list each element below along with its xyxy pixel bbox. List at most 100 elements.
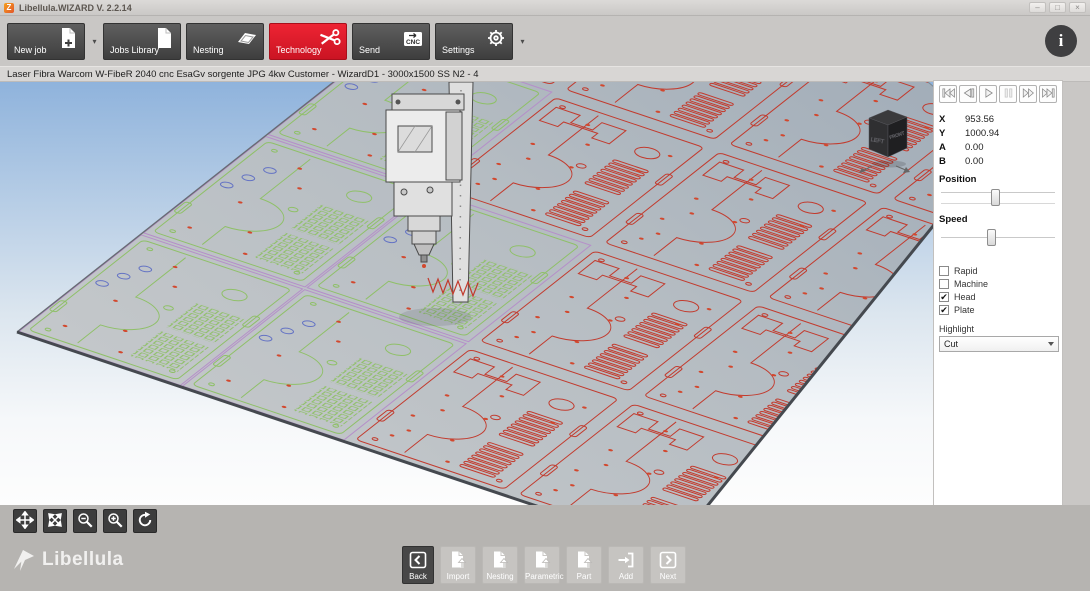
fit-view-button[interactable] — [43, 509, 67, 533]
axis-value: 953.56 — [965, 114, 994, 125]
doc-import-icon — [490, 550, 510, 570]
option-plate[interactable]: ✔ Plate — [939, 303, 1057, 316]
axis-label: Y — [939, 128, 965, 139]
new-job-dropdown-arrow[interactable]: ▾ — [90, 23, 99, 60]
coordinate-readout: X953.56Y1000.94A0.00B0.00 — [939, 112, 1057, 168]
svg-text:CNC: CNC — [406, 39, 420, 46]
close-button[interactable]: × — [1069, 2, 1086, 13]
option-label: Head — [954, 292, 976, 302]
skip-end-button[interactable] — [1039, 85, 1057, 103]
pause-button[interactable] — [999, 85, 1017, 103]
minimize-button[interactable]: – — [1029, 2, 1046, 13]
wizard-navigation: Back Import Nesting Parametric Part Add Next — [402, 546, 686, 584]
window-title: Libellula.WIZARD V. 2.2.14 — [19, 3, 132, 13]
info-button[interactable]: i — [1045, 25, 1077, 57]
back-button[interactable]: Back — [402, 546, 434, 584]
nav-button-label: Import — [441, 572, 475, 581]
slider-track[interactable] — [941, 237, 1055, 238]
send-button[interactable]: CNC Send — [352, 23, 430, 60]
nav-button-label: Back — [403, 572, 433, 581]
doc-import-icon — [448, 550, 468, 570]
display-options: RapidMachine ✔ Head ✔ Plate — [939, 264, 1057, 316]
pan-icon — [16, 511, 34, 532]
send-label: Send — [359, 45, 380, 55]
coordinate-row-a: A0.00 — [939, 140, 1057, 154]
nav-button-label: Parametric — [525, 572, 559, 581]
highlight-dropdown[interactable]: Cut — [939, 336, 1059, 352]
fit-view-icon — [46, 511, 64, 532]
option-rapid[interactable]: Rapid — [939, 264, 1057, 277]
bottom-bar: Libellula Back Import Nesting Parametric Par… — [0, 505, 1090, 591]
position-slider-thumb[interactable] — [991, 189, 1000, 206]
highlight-value: Cut — [944, 339, 958, 349]
technology-label: Technology — [276, 45, 322, 55]
axis-value: 0.00 — [965, 142, 984, 153]
cnc-icon: CNC — [402, 27, 424, 49]
option-label: Plate — [954, 305, 975, 315]
new-job-button[interactable]: New job — [7, 23, 85, 60]
import-button[interactable]: Import — [440, 546, 476, 584]
libellula-logo: Libellula — [12, 547, 124, 573]
part-button[interactable]: Part — [566, 546, 602, 584]
fast-forward-button[interactable] — [1019, 85, 1037, 103]
fast-forward-icon — [1021, 87, 1036, 102]
parametric-button[interactable]: Parametric — [524, 546, 560, 584]
pan-button[interactable] — [13, 509, 37, 533]
technology-button[interactable]: Technology — [269, 23, 347, 60]
nav-button-label: Add — [609, 572, 643, 581]
maximize-button[interactable]: □ — [1049, 2, 1066, 13]
checkbox-checked[interactable]: ✔ — [939, 305, 949, 315]
step-back-button[interactable] — [959, 85, 977, 103]
3d-viewport[interactable]: LEFT FRONT — [0, 82, 1090, 505]
chevron-left-box-icon — [408, 550, 428, 570]
nesting-button[interactable]: Nesting — [482, 546, 518, 584]
option-machine[interactable]: Machine — [939, 277, 1057, 290]
new-job-label: New job — [14, 45, 47, 55]
axis-value: 1000.94 — [965, 128, 999, 139]
chevron-right-box-icon — [658, 550, 678, 570]
scissors-icon — [319, 27, 341, 49]
skip-end-icon — [1041, 87, 1056, 102]
zoom-out-button[interactable] — [73, 509, 97, 533]
coordinate-row-b: B0.00 — [939, 154, 1057, 168]
step-back-icon — [961, 87, 976, 102]
playback-controls — [939, 85, 1057, 103]
nesting-button[interactable]: Nesting — [186, 23, 264, 60]
skip-start-button[interactable] — [939, 85, 957, 103]
option-label: Rapid — [954, 266, 978, 276]
checkbox[interactable] — [939, 266, 949, 276]
nesting-scene: LEFT FRONT — [0, 82, 1090, 505]
speed-label: Speed — [939, 214, 1057, 225]
reset-view-icon — [136, 511, 154, 532]
window-background-strip — [1063, 82, 1090, 505]
settings-dropdown-arrow[interactable]: ▾ — [518, 23, 527, 60]
settings-label: Settings — [442, 45, 475, 55]
checkbox-checked[interactable]: ✔ — [939, 292, 949, 302]
reset-view-button[interactable] — [133, 509, 157, 533]
zoom-in-button[interactable] — [103, 509, 127, 533]
libellula-logo-text: Libellula — [42, 549, 124, 571]
position-label: Position — [939, 174, 1057, 185]
titlebar: Z Libellula.WIZARD V. 2.2.14 –□× — [0, 0, 1090, 16]
main-toolbar: New job▾Jobs LibraryNestingTechnologyCNC… — [0, 16, 1090, 66]
checkbox[interactable] — [939, 279, 949, 289]
option-head[interactable]: ✔ Head — [939, 290, 1057, 303]
sheet-icon — [236, 27, 258, 49]
speed-slider[interactable] — [941, 226, 1055, 250]
doc-plus-icon — [57, 27, 79, 49]
axis-value: 0.00 — [965, 156, 984, 167]
highlight-label: Highlight — [939, 324, 1057, 334]
position-slider[interactable] — [941, 186, 1055, 210]
job-info-bar: Laser Fibra Warcom W-FibeR 2040 cnc EsaG… — [0, 66, 1090, 82]
coordinate-row-y: Y1000.94 — [939, 126, 1057, 140]
speed-slider-thumb[interactable] — [987, 229, 996, 246]
next-button[interactable]: Next — [650, 546, 686, 584]
jobs-library-button[interactable]: Jobs Library — [103, 23, 181, 60]
settings-button[interactable]: Settings — [435, 23, 513, 60]
nav-button-label: Part — [567, 572, 601, 581]
add-button[interactable]: Add — [608, 546, 644, 584]
play-button[interactable] — [979, 85, 997, 103]
libellula-logo-icon — [12, 547, 36, 573]
chevron-down-icon — [1048, 342, 1054, 346]
doc-import-icon — [532, 550, 552, 570]
